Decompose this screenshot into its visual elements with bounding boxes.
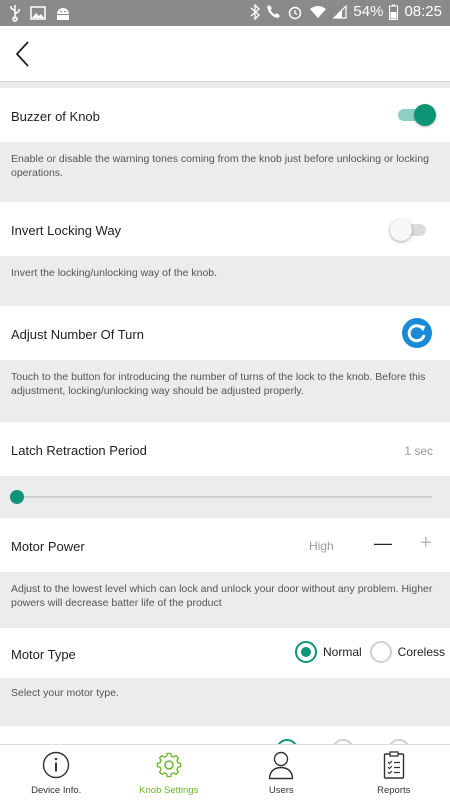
- motor-type-description: Select your motor type.: [11, 687, 119, 699]
- invert-label: Invert Locking Way: [11, 223, 122, 238]
- motor-type-option-coreless[interactable]: Coreless: [369, 641, 446, 663]
- invert-toggle-thumb: [390, 219, 412, 241]
- buzzer-label: Buzzer of Knob: [11, 109, 100, 124]
- tab-label: Users: [268, 785, 294, 796]
- next-setting-row[interactable]: [0, 726, 450, 744]
- settings-list[interactable]: Buzzer of Knob Enable or disable the war…: [0, 86, 450, 744]
- motor-type-label: Motor Type: [11, 647, 76, 662]
- motor-type-option-normal[interactable]: Normal: [295, 641, 362, 663]
- invert-toggle[interactable]: [390, 219, 430, 241]
- latch-slider[interactable]: [0, 476, 450, 518]
- motor-type-radio-group[interactable]: Normal Coreless: [287, 641, 445, 663]
- radio-selected-icon: [295, 641, 317, 663]
- motor-power-decrease-button[interactable]: —: [374, 533, 392, 554]
- adjust-turns-row[interactable]: Adjust Number Of Turn: [0, 306, 450, 360]
- clipboard-icon: [383, 751, 404, 779]
- buzzer-toggle-thumb: [414, 104, 436, 126]
- app-header: [0, 26, 450, 82]
- motor-type-option-label: Coreless: [397, 645, 446, 659]
- tab-label: Reports: [377, 785, 411, 796]
- latch-row[interactable]: Latch Retraction Period 1 sec: [0, 422, 450, 476]
- bluetooth-icon: [250, 3, 261, 20]
- back-button[interactable]: [12, 38, 42, 70]
- buzzer-toggle[interactable]: [396, 104, 436, 126]
- alarm-icon: [289, 6, 302, 19]
- buzzer-description-panel: Enable or disable the warning tones comi…: [0, 142, 450, 202]
- tab-reports[interactable]: Reports: [338, 745, 450, 800]
- gear-icon: [156, 752, 182, 778]
- back-chevron-icon: [15, 41, 29, 67]
- info-icon: [43, 751, 70, 779]
- bottom-navigation: Device Info. Knob Settings Users Reports: [0, 744, 450, 800]
- adjust-turns-button[interactable]: [402, 318, 432, 348]
- invert-row[interactable]: Invert Locking Way: [0, 202, 450, 256]
- latch-value: 1 sec: [404, 444, 433, 458]
- motor-power-label: Motor Power: [11, 539, 85, 554]
- tab-users[interactable]: Users: [225, 745, 338, 800]
- motor-power-description-panel: Adjust to the lowest level which can loc…: [0, 572, 450, 628]
- call-icon: [267, 5, 281, 18]
- adjust-turns-description: Touch to the button for introducing the …: [11, 371, 426, 397]
- motor-type-row[interactable]: Motor Type Normal Coreless: [0, 628, 450, 678]
- usb-icon: [10, 5, 20, 22]
- tab-label: Knob Settings: [139, 785, 199, 796]
- motor-power-value: High: [309, 539, 334, 553]
- tab-knob-settings[interactable]: Knob Settings: [113, 745, 226, 800]
- refresh-icon: [402, 318, 432, 348]
- latch-slider-thumb[interactable]: [10, 490, 24, 504]
- motor-type-option-label: Normal: [323, 645, 362, 659]
- buzzer-row[interactable]: Buzzer of Knob: [0, 88, 450, 142]
- motor-power-description: Adjust to the lowest level which can loc…: [11, 583, 433, 609]
- android-icon: [57, 8, 69, 20]
- motor-power-row[interactable]: Motor Power High — +: [0, 518, 450, 572]
- system-icons: 54% 08:25: [250, 3, 442, 20]
- user-icon: [269, 751, 294, 780]
- notification-icons: [8, 4, 72, 22]
- tab-device-info[interactable]: Device Info.: [0, 745, 113, 800]
- battery-icon: [389, 4, 399, 20]
- motor-type-description-panel: Select your motor type.: [0, 678, 450, 726]
- clock: 08:25: [404, 3, 442, 20]
- tab-label: Device Info.: [31, 785, 82, 796]
- image-icon: [30, 6, 46, 20]
- status-bar: 54% 08:25: [0, 0, 450, 26]
- wifi-icon: [310, 5, 327, 18]
- invert-description: Invert the locking/unlocking way of the …: [11, 267, 218, 279]
- battery-percent: 54%: [353, 3, 384, 20]
- adjust-turns-description-panel: Touch to the button for introducing the …: [0, 360, 450, 422]
- buzzer-description: Enable or disable the warning tones comi…: [11, 153, 429, 179]
- motor-power-increase-button[interactable]: +: [420, 532, 432, 555]
- latch-slider-track: [12, 496, 432, 498]
- latch-label: Latch Retraction Period: [11, 443, 147, 458]
- invert-description-panel: Invert the locking/unlocking way of the …: [0, 256, 450, 306]
- signal-icon: [333, 4, 348, 19]
- radio-unselected-icon: [369, 641, 392, 663]
- adjust-turns-label: Adjust Number Of Turn: [11, 327, 144, 342]
